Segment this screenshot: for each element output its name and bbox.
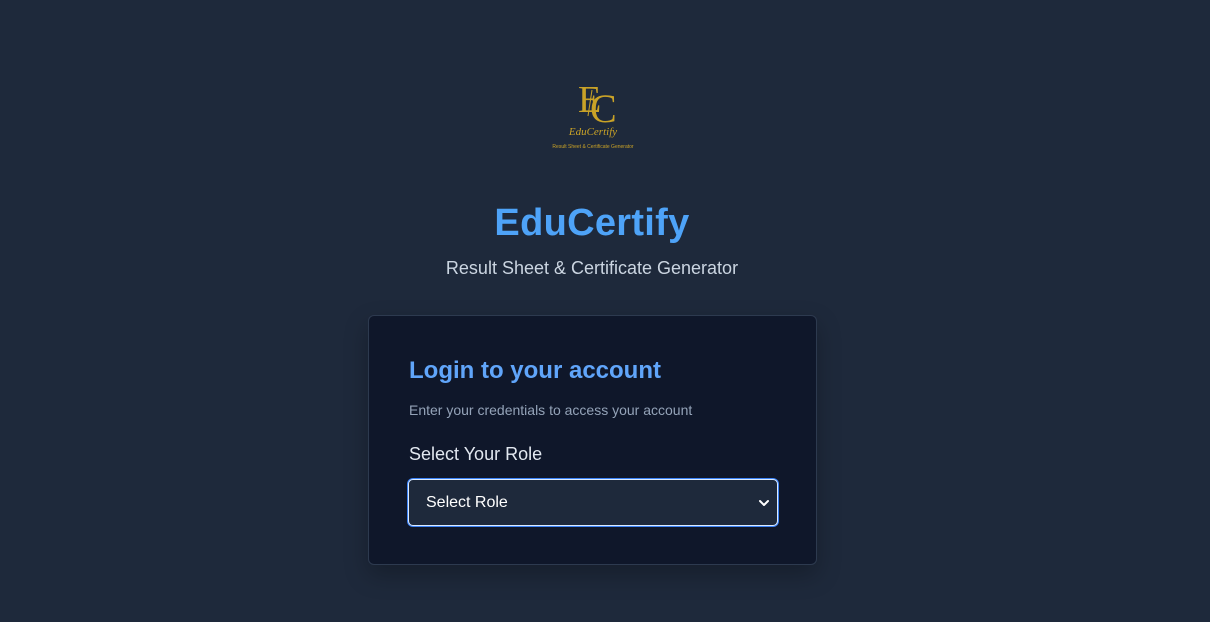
logo-letter-c: C — [590, 86, 617, 131]
login-page: E C EduCertify Result Sheet & Certificat… — [0, 0, 1210, 622]
logo-wordmark: EduCertify — [568, 126, 617, 138]
app-subtitle: Result Sheet & Certificate Generator — [445, 258, 739, 278]
role-select-value: Select Role — [426, 494, 508, 511]
logo-tagline: Result Sheet & Certificate Generator — [552, 144, 633, 150]
role-select[interactable]: Select Role — [408, 479, 778, 526]
login-title: Login to your account — [409, 357, 661, 384]
educertify-logo: E C EduCertify Result Sheet & Certificat… — [540, 76, 646, 152]
app-title: EduCertify — [494, 202, 690, 244]
login-description: Enter your credentials to access your ac… — [409, 402, 693, 418]
login-card: Login to your account Enter your credent… — [368, 315, 817, 565]
chevron-down-icon — [759, 500, 769, 506]
role-label: Select Your Role — [409, 444, 543, 464]
